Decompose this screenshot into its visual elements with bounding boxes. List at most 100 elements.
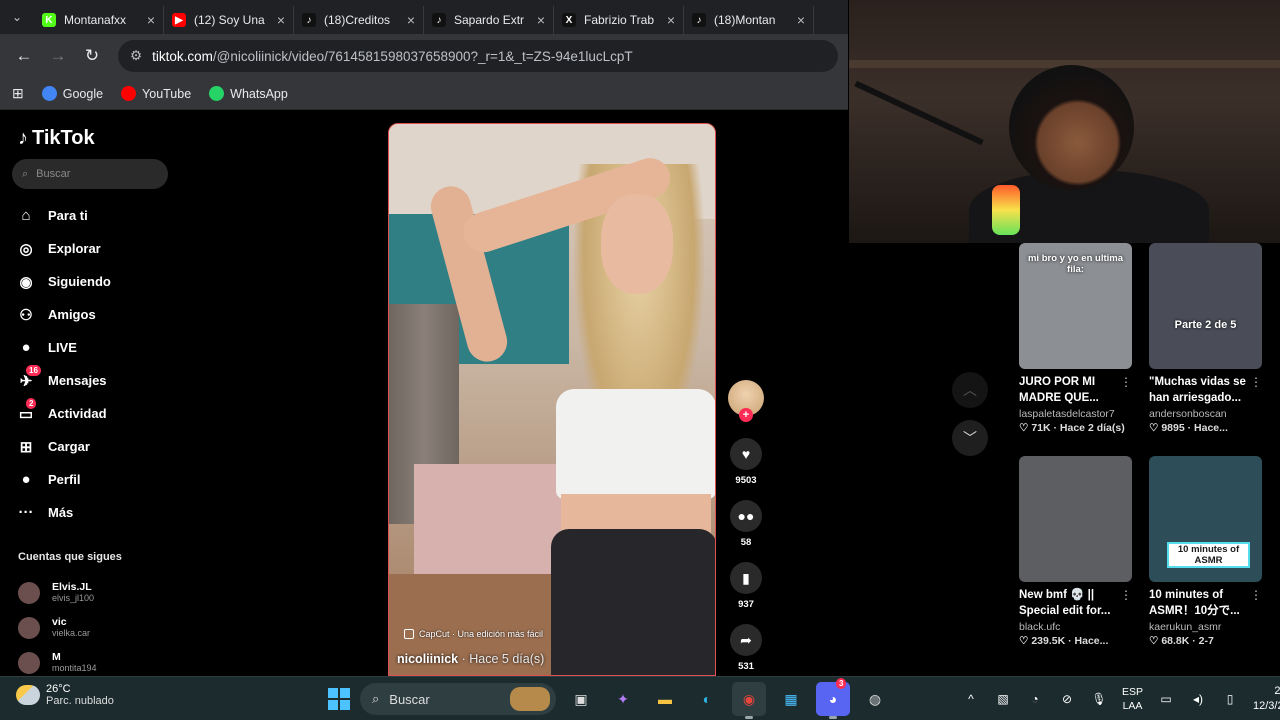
video-thumbnail[interactable]: Parte 2 de 5 [1149,243,1262,369]
chevron-up-icon: ︿ [963,382,977,398]
bookmark-whatsapp[interactable]: WhatsApp [209,86,288,101]
video-author[interactable]: laspaletasdelcastor7 [1019,408,1134,420]
previous-video-button[interactable]: ︿ [952,372,988,408]
tiktok-logo[interactable]: ♪ TikTok [18,127,95,150]
file-explorer-app[interactable]: ▬ [648,682,682,716]
apps-grid-icon[interactable]: ⊞ [12,85,24,102]
nav-item-more[interactable]: ··· Más [16,496,176,529]
upload-icon: ⊞ [19,438,33,456]
browser-tab[interactable]: K Montanafxx × [34,6,164,34]
follow-plus-icon[interactable]: + [739,408,753,422]
more-options-icon[interactable]: ⋮ [1120,588,1132,602]
browser-tab[interactable]: X Fabrizio Trab × [554,6,684,34]
nav-item-activity[interactable]: ▭ 2 Actividad [16,397,176,430]
forward-button[interactable]: → [44,42,72,70]
nav-item-messages[interactable]: ✈ 16 Mensajes [16,364,176,397]
recommended-video[interactable]: mi bro y yo en ultima fila: ⋮ JURO POR M… [1019,243,1134,434]
like-button[interactable]: ♥ [730,438,762,470]
photos-tray-icon[interactable]: ▧ [994,691,1012,707]
clock[interactable]: 23:15 12/3/2026 [1253,684,1280,714]
nav-item-live[interactable]: ● LIVE [16,331,176,364]
bookmark-label: WhatsApp [230,86,288,101]
nav-label: Para ti [48,208,88,223]
back-button[interactable]: ← [10,42,38,70]
recommended-video[interactable]: ⋮ New bmf 💀 || Special edit for... black… [1019,456,1134,647]
video-thumbnail[interactable]: mi bro y yo en ultima fila: [1019,243,1132,369]
video-author[interactable]: black.ufc [1019,621,1134,633]
video-author[interactable]: nicoliinick [397,652,458,666]
nav-item-compass[interactable]: ◎ Explorar [16,232,176,265]
microphone-icon[interactable]: 🎙 [1090,691,1108,707]
reload-button[interactable]: ↻ [78,42,106,70]
tiktok-icon: ♪ [432,13,446,27]
next-video-button[interactable]: ﹀ [952,420,988,456]
close-icon[interactable]: × [537,12,545,28]
capcut-tag[interactable]: CapCut · Una edición más fácil [404,629,543,639]
nav-label: Perfil [48,472,81,487]
address-bar[interactable]: ⚙ tiktok.com/@nicoliinick/video/76145815… [118,40,838,72]
nav-item-home[interactable]: ⌂ Para ti [16,199,176,232]
share-button[interactable]: ➦ [730,624,762,656]
share-count: 531 [738,661,754,672]
nav-item-friends[interactable]: ⚇ Amigos [16,298,176,331]
recommended-video[interactable]: Parte 2 de 5 ⋮ "Muchas vidas se han arri… [1149,243,1264,434]
browser-tab[interactable]: ♪ (18)Creditos × [294,6,424,34]
language-indicator[interactable]: ESP LAA [1122,685,1143,713]
video-player[interactable]: CapCut · Una edición más fácil nicoliini… [388,123,716,676]
following-account[interactable]: Elvis.JL elvis_jl100 [18,575,178,610]
close-icon[interactable]: × [667,12,675,28]
battery-icon[interactable]: ▯ [1221,691,1239,707]
store-app[interactable]: ▦ [774,682,808,716]
display-icon[interactable]: ▭ [1157,691,1175,707]
task-view-button[interactable]: ▣ [564,682,598,716]
close-icon[interactable]: × [407,12,415,28]
volume-icon[interactable]: ◂) [1189,691,1207,707]
following-icon: ◉ [19,273,33,291]
chevron-up-icon[interactable]: ^ [962,691,980,707]
video-thumbnail[interactable] [1019,456,1132,582]
more-options-icon[interactable]: ⋮ [1250,375,1262,389]
tab-search-button[interactable]: ⌄ [0,0,34,34]
weather-widget[interactable]: 26°C Parc. nublado [16,683,114,707]
nav-item-following[interactable]: ◉ Siguiendo [16,265,176,298]
nav-label: Más [48,505,74,520]
video-author[interactable]: andersonboscan [1149,408,1264,420]
edge-app[interactable]: ◐ [690,682,724,716]
copilot-app[interactable]: ✦ [606,682,640,716]
search-input[interactable]: ⌕ Buscar [12,159,168,189]
bookmark-youtube[interactable]: YouTube [121,86,191,101]
comment-button[interactable]: ●● [730,500,762,532]
close-icon[interactable]: × [277,12,285,28]
video-thumbnail[interactable]: 10 minutes of ASMR [1149,456,1262,582]
bookmark-google[interactable]: Google [41,86,103,101]
avatar [18,581,40,604]
site-info-icon[interactable]: ⚙ [130,48,142,64]
video-title: 10 minutes of ASMR！10分で... [1149,589,1240,617]
creator-avatar[interactable]: + [728,380,764,422]
tab-label: (12) Soy Una [194,13,265,27]
recommended-video[interactable]: 10 minutes of ASMR ⋮ 10 minutes of ASMR！… [1149,456,1264,647]
taskbar-search[interactable]: ⌕ Buscar [360,683,556,715]
browser-tab[interactable]: ♪ Sapardo Extr × [424,6,554,34]
nav-item-profile[interactable]: ● Perfil [16,463,176,496]
save-button[interactable]: ▮ [730,562,762,594]
close-icon[interactable]: × [797,12,805,28]
sync-tray-icon[interactable]: ◔ [1026,691,1044,707]
more-options-icon[interactable]: ⋮ [1120,375,1132,389]
browser-tab[interactable]: ♪ (18)Montan × [684,6,814,34]
windows-start-button[interactable] [326,686,352,712]
live-icon: ● [21,339,31,356]
discord-app[interactable]: ◕ 3 [816,678,850,719]
obs-app[interactable]: ◍ [858,682,892,716]
close-icon[interactable]: × [147,12,155,28]
following-account[interactable]: M montita194 [18,645,178,680]
nav-item-upload[interactable]: ⊞ Cargar [16,430,176,463]
video-author[interactable]: kaerukun_asmr [1149,621,1264,633]
chrome-app[interactable]: ◉ [732,682,766,719]
browser-tab[interactable]: ▶ (12) Soy Una × [164,6,294,34]
url-path: /@nicoliinick/video/7614581598037658900?… [212,48,633,64]
clock-date: 12/3/2026 [1253,700,1280,712]
network-off-icon[interactable]: ⊘ [1058,691,1076,707]
following-account[interactable]: vic vielka.car [18,610,178,645]
more-options-icon[interactable]: ⋮ [1250,588,1262,602]
